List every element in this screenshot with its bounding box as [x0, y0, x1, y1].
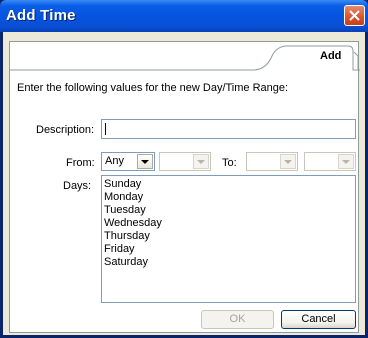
from-day-value: Any	[105, 155, 124, 167]
description-label: Description:	[36, 124, 95, 136]
close-button[interactable]	[344, 5, 365, 26]
from-time-dropdown-button[interactable]	[193, 154, 209, 169]
cancel-button[interactable]: Cancel	[281, 310, 356, 329]
to-time-dropdown-button[interactable]	[338, 154, 354, 169]
tab-outline	[10, 45, 360, 71]
from-day-dropdown-button[interactable]	[137, 154, 153, 169]
from-time-select[interactable]	[159, 152, 211, 171]
to-day-dropdown-button[interactable]	[280, 154, 296, 169]
chevron-down-icon	[342, 160, 350, 164]
add-panel: Add Enter the following values for the n…	[9, 41, 360, 333]
list-item[interactable]: Friday	[102, 243, 355, 256]
description-input[interactable]	[101, 119, 356, 139]
instruction-text: Enter the following values for the new D…	[17, 82, 289, 94]
title-bar[interactable]: Add Time	[0, 0, 368, 32]
list-item[interactable]: Thursday	[102, 230, 355, 243]
ok-button[interactable]: OK	[201, 310, 274, 329]
tab-add[interactable]: Add	[320, 50, 341, 62]
from-label: From:	[66, 157, 95, 169]
to-time-select[interactable]	[304, 152, 356, 171]
from-day-select[interactable]: Any	[101, 152, 155, 171]
to-label: To:	[222, 157, 237, 169]
days-label: Days:	[63, 180, 92, 192]
window-title: Add Time	[6, 7, 76, 24]
list-item[interactable]: Sunday	[102, 178, 355, 191]
add-time-dialog: Add Time Add Enter the following values …	[0, 0, 368, 338]
chevron-down-icon	[197, 160, 205, 164]
close-icon	[349, 10, 360, 21]
chevron-down-icon	[141, 160, 149, 164]
to-day-select[interactable]	[246, 152, 298, 171]
list-item[interactable]: Monday	[102, 191, 355, 204]
dialog-client-area: Add Enter the following values for the n…	[3, 32, 365, 335]
chevron-down-icon	[284, 160, 292, 164]
days-list[interactable]: Sunday Monday Tuesday Wednesday Thursday…	[101, 175, 356, 303]
list-item[interactable]: Saturday	[102, 256, 355, 269]
list-item[interactable]: Tuesday	[102, 204, 355, 217]
list-item[interactable]: Wednesday	[102, 217, 355, 230]
text-cursor	[105, 123, 106, 135]
